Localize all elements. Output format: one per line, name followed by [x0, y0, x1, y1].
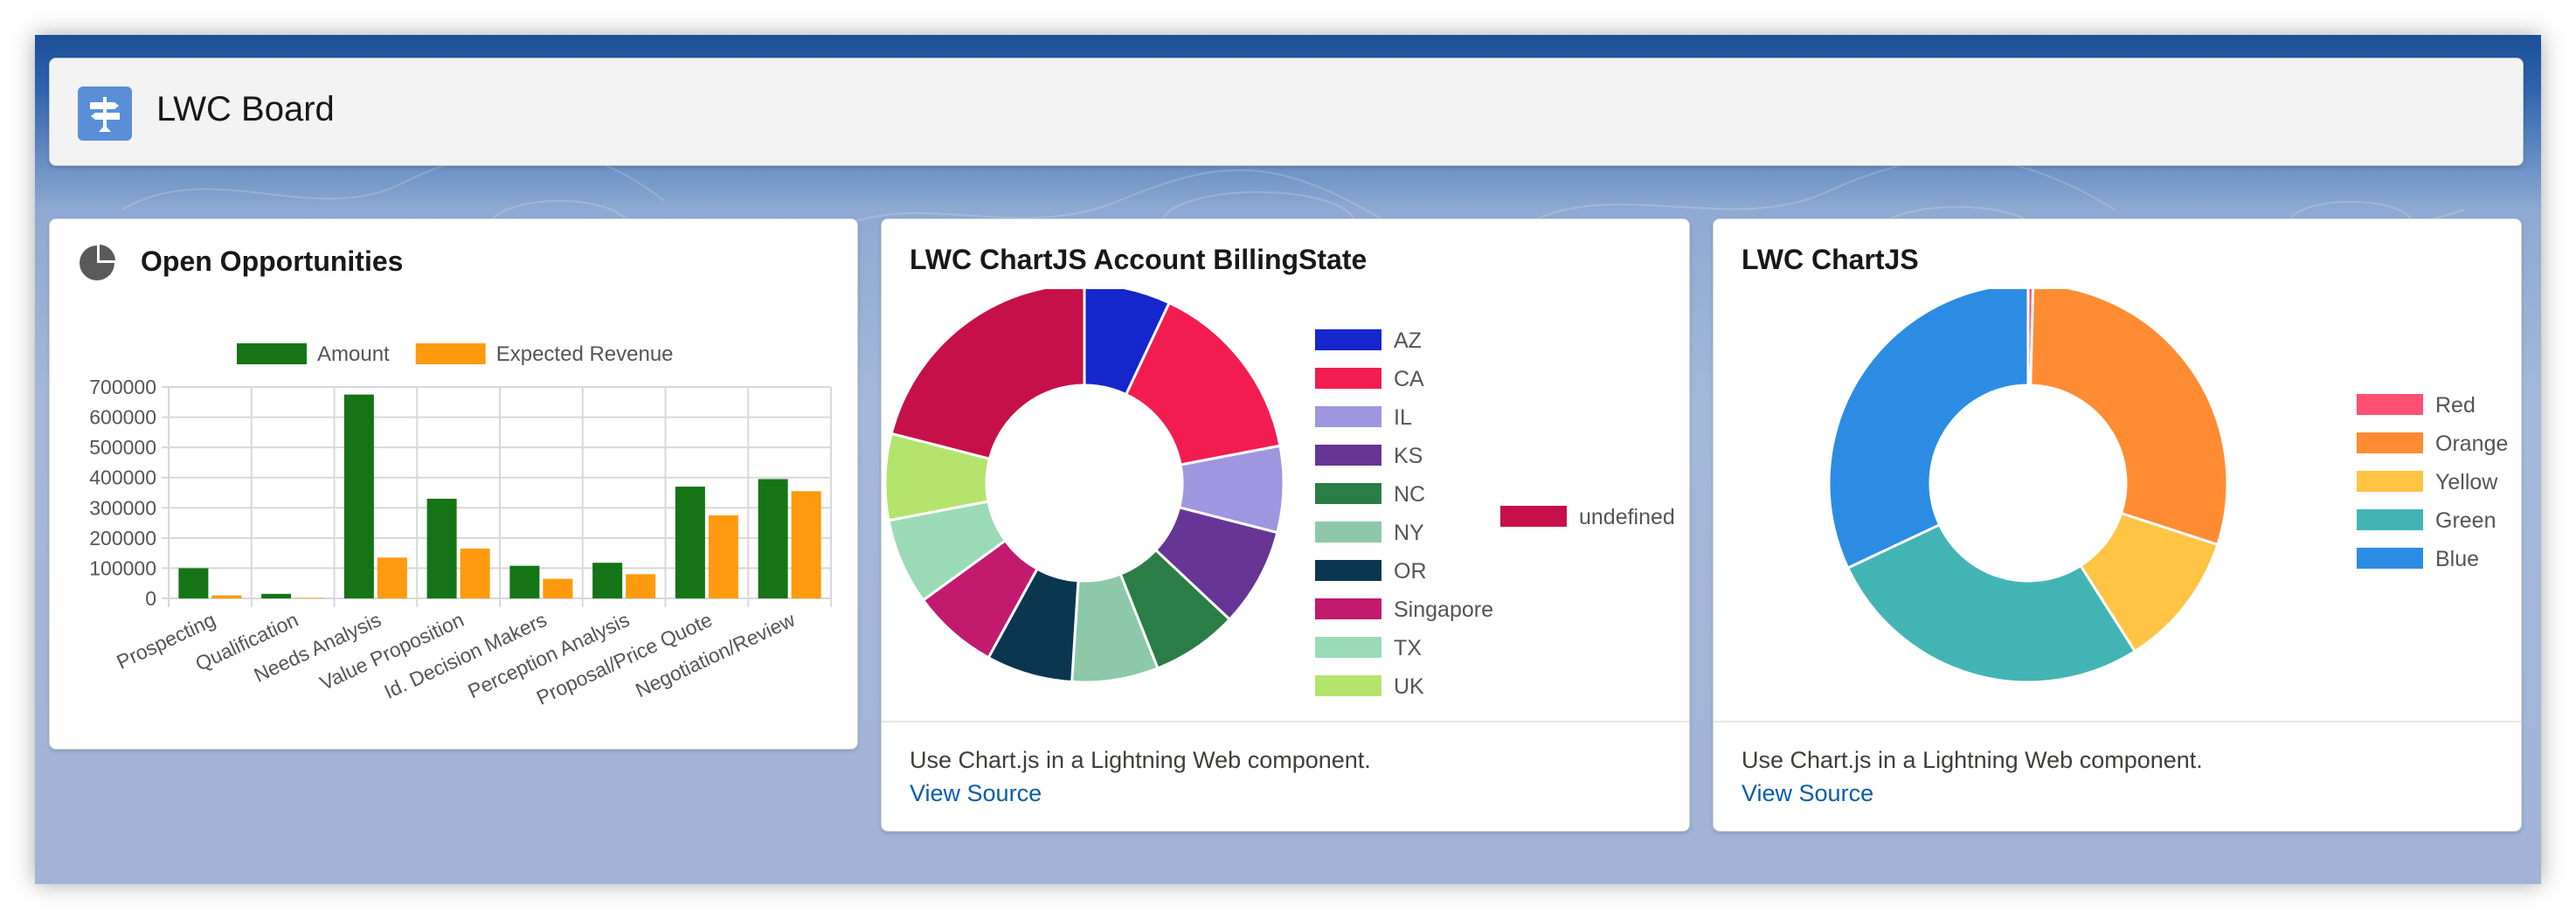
- page-header: LWC Board: [49, 58, 2524, 166]
- legend-label: OR: [1394, 559, 1427, 584]
- bar: [426, 498, 457, 598]
- y-tick-label: 0: [145, 587, 156, 610]
- donut-slice: [2029, 289, 2229, 547]
- page-title: LWC Board: [156, 90, 335, 128]
- legend-label: Green: [2435, 508, 2496, 533]
- legend-label: NY: [1394, 521, 1424, 545]
- bar: [343, 394, 374, 598]
- legend-label: Amount: [317, 342, 390, 366]
- bar: [675, 487, 705, 598]
- card-title: LWC ChartJS: [1742, 244, 1919, 275]
- legend-swatch: [1500, 506, 1567, 527]
- legend-swatch: [1315, 637, 1381, 658]
- bar: [178, 568, 209, 598]
- opportunities-bar-chart: Amount Expected Revenue 700000 600000 500000…: [89, 342, 832, 709]
- app-frame: LWC Board Open Opportunities Amount Expec…: [35, 35, 2541, 884]
- y-tick-label: 700000: [89, 376, 156, 398]
- legend-label: Blue: [2435, 547, 2479, 571]
- legend-label: CA: [1394, 367, 1424, 391]
- legend-swatch: [2357, 471, 2423, 492]
- legend-label: Singapore: [1394, 598, 1493, 622]
- bar: [509, 565, 540, 598]
- legend-label: Orange: [2435, 432, 2508, 456]
- legend-label: Red: [2435, 393, 2476, 418]
- signpost-icon: [78, 86, 132, 141]
- legend-swatch: [2357, 432, 2423, 453]
- legend-label: Expected Revenue: [496, 342, 674, 366]
- legend-swatch: [1315, 368, 1381, 389]
- legend-label: KS: [1394, 444, 1423, 468]
- bar: [592, 563, 623, 598]
- legend-swatch: [1315, 522, 1381, 542]
- colors-donut-chart: Red Orange Yellow Green Blue: [1827, 289, 2508, 684]
- donut-slice: [890, 289, 1086, 460]
- y-tick-label: 100000: [89, 556, 156, 579]
- legend-swatch: [1315, 598, 1381, 619]
- footer-text: Use Chart.js in a Lightning Web componen…: [1742, 747, 2203, 773]
- bar: [791, 491, 821, 598]
- legend-swatch: [415, 343, 486, 364]
- legend-swatch: [1315, 406, 1381, 427]
- footer-text: Use Chart.js in a Lightning Web componen…: [910, 747, 1371, 773]
- chartjs-card: LWC ChartJS Red Orange Yellow Green Blue Use…: [1713, 218, 2522, 832]
- legend-swatch: [1315, 675, 1381, 696]
- billing-state-card: LWC ChartJS Account BillingState AZ CA IL K…: [881, 218, 1690, 832]
- legend-label: Yellow: [2435, 470, 2498, 494]
- open-opportunities-card: Open Opportunities Amount Expected Revenu…: [49, 218, 858, 750]
- y-tick-label: 200000: [89, 527, 156, 549]
- y-tick-label: 400000: [89, 466, 156, 489]
- bar: [626, 574, 656, 598]
- view-source-link[interactable]: View Source: [1742, 780, 1873, 807]
- y-tick-label: 500000: [89, 436, 156, 459]
- legend-label: UK: [1394, 674, 1424, 699]
- bar: [758, 479, 788, 598]
- legend-label: AZ: [1394, 328, 1422, 353]
- donut-slice: [1827, 289, 2030, 570]
- legend-label: NC: [1394, 482, 1425, 507]
- legend-swatch: [1315, 560, 1381, 581]
- pie-chart-icon: [78, 244, 116, 287]
- legend-label: TX: [1394, 636, 1422, 660]
- legend-label: IL: [1394, 405, 1412, 430]
- card-title: LWC ChartJS Account BillingState: [910, 244, 1368, 275]
- card-footer-divider: [1714, 721, 2521, 722]
- bar: [543, 578, 573, 598]
- view-source-link[interactable]: View Source: [910, 780, 1042, 807]
- card-title: Open Opportunities: [141, 245, 404, 277]
- bar: [211, 595, 242, 598]
- bar: [261, 593, 292, 598]
- card-footer-divider: [882, 721, 1689, 722]
- y-tick-label: 600000: [89, 406, 156, 429]
- legend-swatch: [1315, 445, 1381, 466]
- bar: [708, 515, 738, 598]
- bar: [460, 548, 490, 598]
- y-tick-label: 300000: [89, 496, 156, 519]
- legend-label: undefined: [1579, 505, 1675, 529]
- legend-swatch: [237, 343, 307, 364]
- bar: [377, 557, 407, 598]
- legend-swatch: [2357, 548, 2423, 569]
- legend-swatch: [2357, 394, 2423, 415]
- legend-swatch: [1315, 329, 1381, 350]
- legend-swatch: [1315, 483, 1381, 504]
- legend-swatch: [2357, 509, 2423, 530]
- billing-donut-chart: AZ CA IL KS NC NY OR Singapore TX UK undefined: [883, 289, 1675, 699]
